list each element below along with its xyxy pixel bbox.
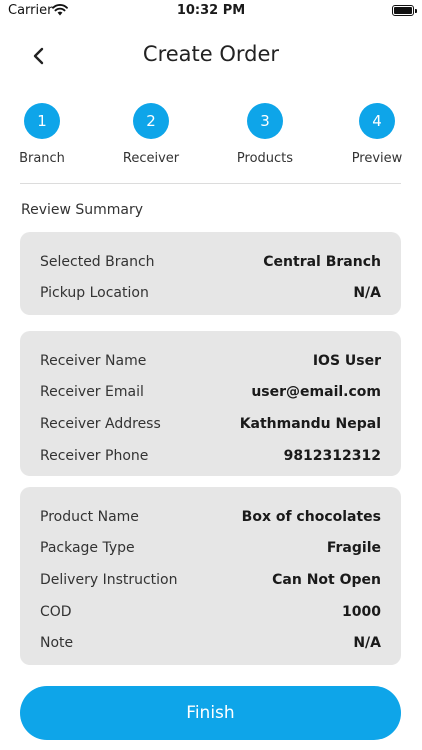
- row-label: Note: [40, 635, 74, 652]
- row-value: 1000: [342, 603, 381, 620]
- step-number: 4: [359, 103, 395, 139]
- row-value: 9812312312: [283, 447, 381, 464]
- summary-row: Product Name Box of chocolates: [40, 501, 381, 533]
- row-value: Fragile: [326, 540, 381, 557]
- step-label: Receiver: [122, 151, 180, 166]
- divider: [20, 183, 401, 184]
- status-bar: Carrier 10:32 PM: [0, 0, 422, 22]
- step-number: 2: [133, 103, 169, 139]
- step-branch[interactable]: 1 Branch: [0, 103, 87, 166]
- summary-row: Receiver Address Kathmandu Nepal: [40, 408, 381, 440]
- review-summary-title: Review Summary: [21, 202, 144, 218]
- row-value: N/A: [353, 285, 381, 302]
- battery-icon: [392, 5, 417, 16]
- step-preview[interactable]: 4 Preview: [332, 103, 422, 166]
- summary-row: Delivery Instruction Can Not Open: [40, 564, 381, 596]
- step-products[interactable]: 3 Products: [220, 103, 310, 166]
- branch-summary-card: Selected Branch Central Branch Pickup Lo…: [20, 232, 401, 315]
- product-summary-card: Product Name Box of chocolates Package T…: [20, 487, 401, 665]
- summary-row: Note N/A: [40, 627, 381, 659]
- row-value: Kathmandu Nepal: [239, 415, 381, 432]
- row-label: Receiver Phone: [40, 447, 149, 464]
- summary-row: Receiver Name IOS User: [40, 345, 381, 377]
- summary-row: Package Type Fragile: [40, 533, 381, 565]
- row-label: Delivery Instruction: [40, 571, 178, 588]
- row-value: Can Not Open: [272, 571, 381, 588]
- summary-row: Receiver Phone 9812312312: [40, 440, 381, 472]
- finish-button[interactable]: Finish: [20, 686, 401, 740]
- step-label: Preview: [351, 151, 403, 166]
- step-label: Products: [236, 151, 294, 166]
- summary-row: Pickup Location N/A: [40, 278, 381, 310]
- stepper: 1 Branch 2 Receiver 3 Products 4 Preview: [0, 103, 422, 173]
- summary-row: Selected Branch Central Branch: [40, 246, 381, 278]
- row-value: N/A: [353, 635, 381, 652]
- summary-row: COD 1000: [40, 596, 381, 628]
- row-value: user@email.com: [251, 384, 381, 401]
- step-number: 1: [24, 103, 60, 139]
- summary-row: Receiver Email user@email.com: [40, 377, 381, 409]
- row-value: Box of chocolates: [241, 508, 381, 525]
- row-label: Receiver Address: [40, 415, 161, 432]
- step-number: 3: [247, 103, 283, 139]
- step-receiver[interactable]: 2 Receiver: [106, 103, 196, 166]
- row-label: Pickup Location: [40, 285, 149, 302]
- page-title: Create Order: [142, 42, 280, 66]
- row-label: Selected Branch: [40, 253, 155, 270]
- step-label: Branch: [19, 151, 65, 166]
- row-value: IOS User: [312, 352, 381, 369]
- row-label: COD: [40, 603, 72, 620]
- row-value: Central Branch: [263, 253, 381, 270]
- receiver-summary-card: Receiver Name IOS User Receiver Email us…: [20, 331, 401, 476]
- header: Create Order: [0, 38, 422, 74]
- row-label: Receiver Email: [40, 384, 144, 401]
- row-label: Product Name: [40, 508, 139, 525]
- status-time: 10:32 PM: [176, 3, 246, 18]
- row-label: Receiver Name: [40, 352, 147, 369]
- row-label: Package Type: [40, 540, 135, 557]
